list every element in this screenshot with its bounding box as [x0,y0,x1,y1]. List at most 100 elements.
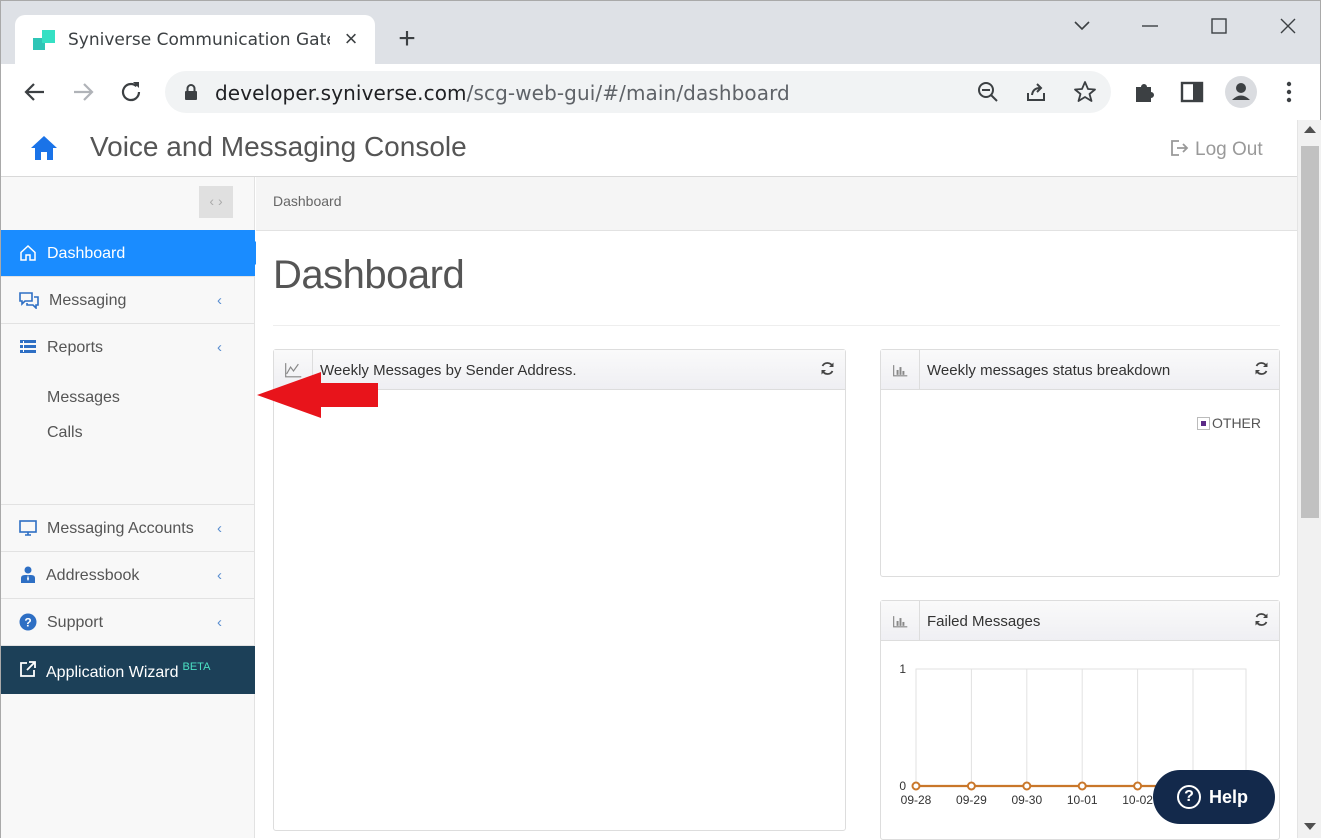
refresh-icon[interactable] [1254,612,1269,627]
sidebar-item-addressbook[interactable]: Addressbook ‹ [1,552,255,599]
main-content: Dashboard Dashboard Weekly Messages by S… [256,177,1297,840]
app-title: Voice and Messaging Console [90,131,467,162]
page-scrollbar[interactable] [1297,120,1321,838]
sidebar-item-messaging-accounts[interactable]: Messaging Accounts ‹ [1,505,255,552]
profile-avatar-icon[interactable] [1224,75,1258,109]
browser-tab-bar: Syniverse Communication Gatew × + [0,0,1321,65]
external-link-icon [20,661,36,677]
y-tick-label: 0 [899,779,906,793]
data-point [966,781,976,791]
breadcrumb-item-dashboard[interactable]: Dashboard [273,193,342,209]
chevron-left-icon: ‹ [217,520,222,537]
logout-label: Log Out [1195,139,1263,160]
url-text[interactable]: developer.syniverse.com/scg-web-gui/#/ma… [215,81,790,105]
chart-legend: OTHER [1197,415,1261,431]
beta-badge: BETA [182,661,211,673]
sidebar-nav: Dashboard Messaging ‹ Reports ‹ Messages… [1,230,267,694]
refresh-icon[interactable] [820,361,835,376]
refresh-icon[interactable] [1254,361,1269,376]
scrollbar-thumb[interactable] [1301,146,1319,518]
tab-search-chevron-icon[interactable] [1067,11,1097,41]
sidebar-item-label: Messaging [49,292,127,309]
syniverse-favicon-icon [33,30,55,50]
home-icon[interactable] [29,133,59,163]
data-point [911,781,921,791]
extensions-puzzle-icon[interactable] [1131,78,1159,106]
data-point [1022,781,1032,791]
page-viewport: Voice and Messaging Console Log Out ‹ › … [0,120,1321,840]
sidebar-item-label: Application Wizard BETA [46,661,210,682]
legend-label-other: OTHER [1212,415,1261,431]
browser-tab[interactable]: Syniverse Communication Gatew × [15,15,375,65]
app-header: Voice and Messaging Console Log Out [1,120,1297,177]
x-tick-label: 10-02 [1122,793,1153,807]
close-window-icon[interactable] [1273,11,1303,41]
chevron-left-icon: ‹ [217,339,222,356]
bar-chart-icon [893,601,920,640]
lock-icon[interactable] [183,83,199,101]
widget-weekly-by-sender: Weekly Messages by Sender Address. [273,349,846,831]
breadcrumb: Dashboard [256,177,1297,231]
url-host: developer.syniverse.com [215,81,467,105]
logout-icon [1171,140,1189,156]
widget-status-breakdown: Weekly messages status breakdown OTHER [880,349,1280,577]
sidebar-item-dashboard[interactable]: Dashboard [1,230,267,277]
logout-button[interactable]: Log Out [1169,138,1263,161]
sidebar: ‹ › Dashboard Messaging ‹ Reports ‹ Mess… [1,177,267,838]
x-tick-label: 09-28 [901,793,932,807]
chevron-left-icon: ‹ [217,614,222,631]
tab-close-icon[interactable]: × [341,28,361,50]
sidebar-collapse-toggle[interactable]: ‹ › [199,186,233,218]
browser-toolbar: developer.syniverse.com/scg-web-gui/#/ma… [0,64,1321,120]
x-tick-label: 09-30 [1011,793,1042,807]
sidebar-item-label: Support [47,614,104,631]
svg-text:?: ? [24,616,31,630]
user-icon [21,566,35,583]
address-bar[interactable]: developer.syniverse.com/scg-web-gui/#/ma… [165,71,1111,113]
new-tab-button[interactable]: + [393,24,421,54]
browser-menu-kebab-icon[interactable] [1275,78,1303,106]
submenu-item-messages[interactable]: Messages [47,389,120,407]
help-button[interactable]: ? Help [1153,770,1275,824]
page-title: Dashboard [273,253,465,297]
x-tick-label: 09-29 [956,793,987,807]
bar-chart-icon [893,350,920,389]
chat-icon [19,292,39,309]
x-tick-label: 10-01 [1067,793,1098,807]
reports-submenu: Messages Calls [1,371,255,505]
list-icon [20,340,36,353]
forward-arrow-icon[interactable] [69,78,97,106]
help-question-icon: ? [1177,785,1201,809]
sidebar-item-label: Dashboard [47,245,126,262]
scroll-down-arrow-icon[interactable] [1304,823,1316,830]
sidebar-item-label: Messaging Accounts [47,520,194,537]
sidebar-item-messaging[interactable]: Messaging ‹ [1,277,255,324]
data-point [1077,781,1087,791]
side-panel-icon[interactable] [1178,78,1206,106]
back-arrow-icon[interactable] [21,78,49,106]
submenu-item-calls[interactable]: Calls [47,424,83,442]
wizard-label: Application Wizard [46,664,179,681]
monitor-icon [19,520,37,536]
maximize-icon[interactable] [1204,11,1234,41]
question-icon: ? [19,613,37,631]
title-divider [273,325,1280,326]
red-annotation-arrow-icon [257,372,378,418]
home-outline-icon [20,244,36,261]
reload-icon[interactable] [117,78,145,106]
chevron-left-icon: ‹ [217,292,222,309]
scroll-up-arrow-icon[interactable] [1304,126,1316,133]
plot-frame [915,668,1247,787]
help-label: Help [1209,787,1249,807]
share-icon[interactable] [1025,81,1047,103]
bookmark-star-icon[interactable] [1073,80,1097,104]
widget-title: Failed Messages [927,613,1041,630]
sidebar-item-support[interactable]: ? Support ‹ [1,599,255,646]
url-path: /scg-web-gui/#/main/dashboard [466,81,790,105]
sidebar-item-reports[interactable]: Reports ‹ [1,324,255,371]
zoom-out-icon[interactable] [977,81,999,103]
sidebar-item-application-wizard[interactable]: Application Wizard BETA [1,646,255,694]
sidebar-item-label: Reports [47,339,104,356]
y-tick-label: 1 [899,662,906,676]
minimize-icon[interactable] [1135,11,1165,41]
